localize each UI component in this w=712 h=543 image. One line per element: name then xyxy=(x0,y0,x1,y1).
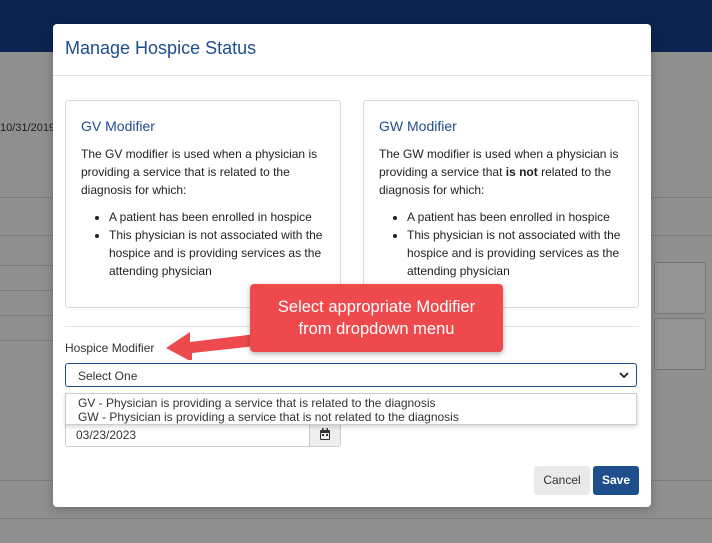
gv-card-title: GV Modifier xyxy=(81,118,155,134)
manage-hospice-status-modal: Manage Hospice Status GV Modifier The GV… xyxy=(53,24,651,507)
gw-modifier-card: GW Modifier The GW modifier is used when… xyxy=(363,100,639,308)
annotation-text: Select appropriate Modifier from dropdow… xyxy=(250,296,503,340)
background-panel xyxy=(654,318,706,370)
background-panel xyxy=(654,262,706,314)
hospice-modifier-label: Hospice Modifier xyxy=(65,341,155,355)
option-gw[interactable]: GW - Physician is providing a service th… xyxy=(78,410,459,424)
background-divider xyxy=(0,518,712,519)
modal-header: Manage Hospice Status xyxy=(53,24,651,76)
cancel-button[interactable]: Cancel xyxy=(534,466,590,495)
hospice-modifier-options: GV - Physician is providing a service th… xyxy=(65,393,637,425)
chevron-down-icon xyxy=(616,366,632,384)
annotation-arrow xyxy=(166,332,256,360)
background-divider xyxy=(0,340,60,341)
select-value: Select One xyxy=(78,369,138,383)
hospice-modifier-select[interactable]: Select One xyxy=(65,363,637,387)
list-item: A patient has been enrolled in hospice xyxy=(109,208,329,226)
gv-card-list: A patient has been enrolled in hospice T… xyxy=(81,208,329,280)
list-item: A patient has been enrolled in hospice xyxy=(407,208,627,226)
background-date: 10/31/2019 xyxy=(0,122,56,134)
gw-card-list: A patient has been enrolled in hospice T… xyxy=(379,208,627,280)
annotation-line-2: from dropdown menu xyxy=(298,320,455,338)
calendar-icon xyxy=(320,428,330,440)
gv-card-intro: The GV modifier is used when a physician… xyxy=(81,147,318,197)
background-divider xyxy=(0,290,60,291)
background-divider xyxy=(0,265,60,266)
cancel-button-label: Cancel xyxy=(543,473,581,487)
gv-card-body: The GV modifier is used when a physician… xyxy=(81,145,329,280)
gw-card-intro: The GW modifier is used when a physician… xyxy=(379,145,627,199)
list-item: This physician is not associated with th… xyxy=(407,226,627,280)
background-divider xyxy=(0,315,60,316)
modal-title: Manage Hospice Status xyxy=(65,38,257,58)
gw-card-title: GW Modifier xyxy=(379,118,457,134)
list-item: This physician is not associated with th… xyxy=(109,226,329,280)
gv-modifier-card: GV Modifier The GV modifier is used when… xyxy=(65,100,341,308)
gw-intro-emphasis: is not xyxy=(505,165,538,179)
gw-card-body: The GW modifier is used when a physician… xyxy=(379,145,627,280)
date-value: 03/23/2023 xyxy=(76,428,137,442)
calendar-button[interactable] xyxy=(309,423,340,446)
option-gv[interactable]: GV - Physician is providing a service th… xyxy=(78,396,436,410)
save-button[interactable]: Save xyxy=(593,466,639,495)
annotation-line-1: Select appropriate Modifier xyxy=(277,298,476,316)
date-field[interactable]: 03/23/2023 xyxy=(65,422,341,447)
annotation-callout: Select appropriate Modifier from dropdow… xyxy=(250,284,503,352)
save-button-label: Save xyxy=(601,473,631,487)
